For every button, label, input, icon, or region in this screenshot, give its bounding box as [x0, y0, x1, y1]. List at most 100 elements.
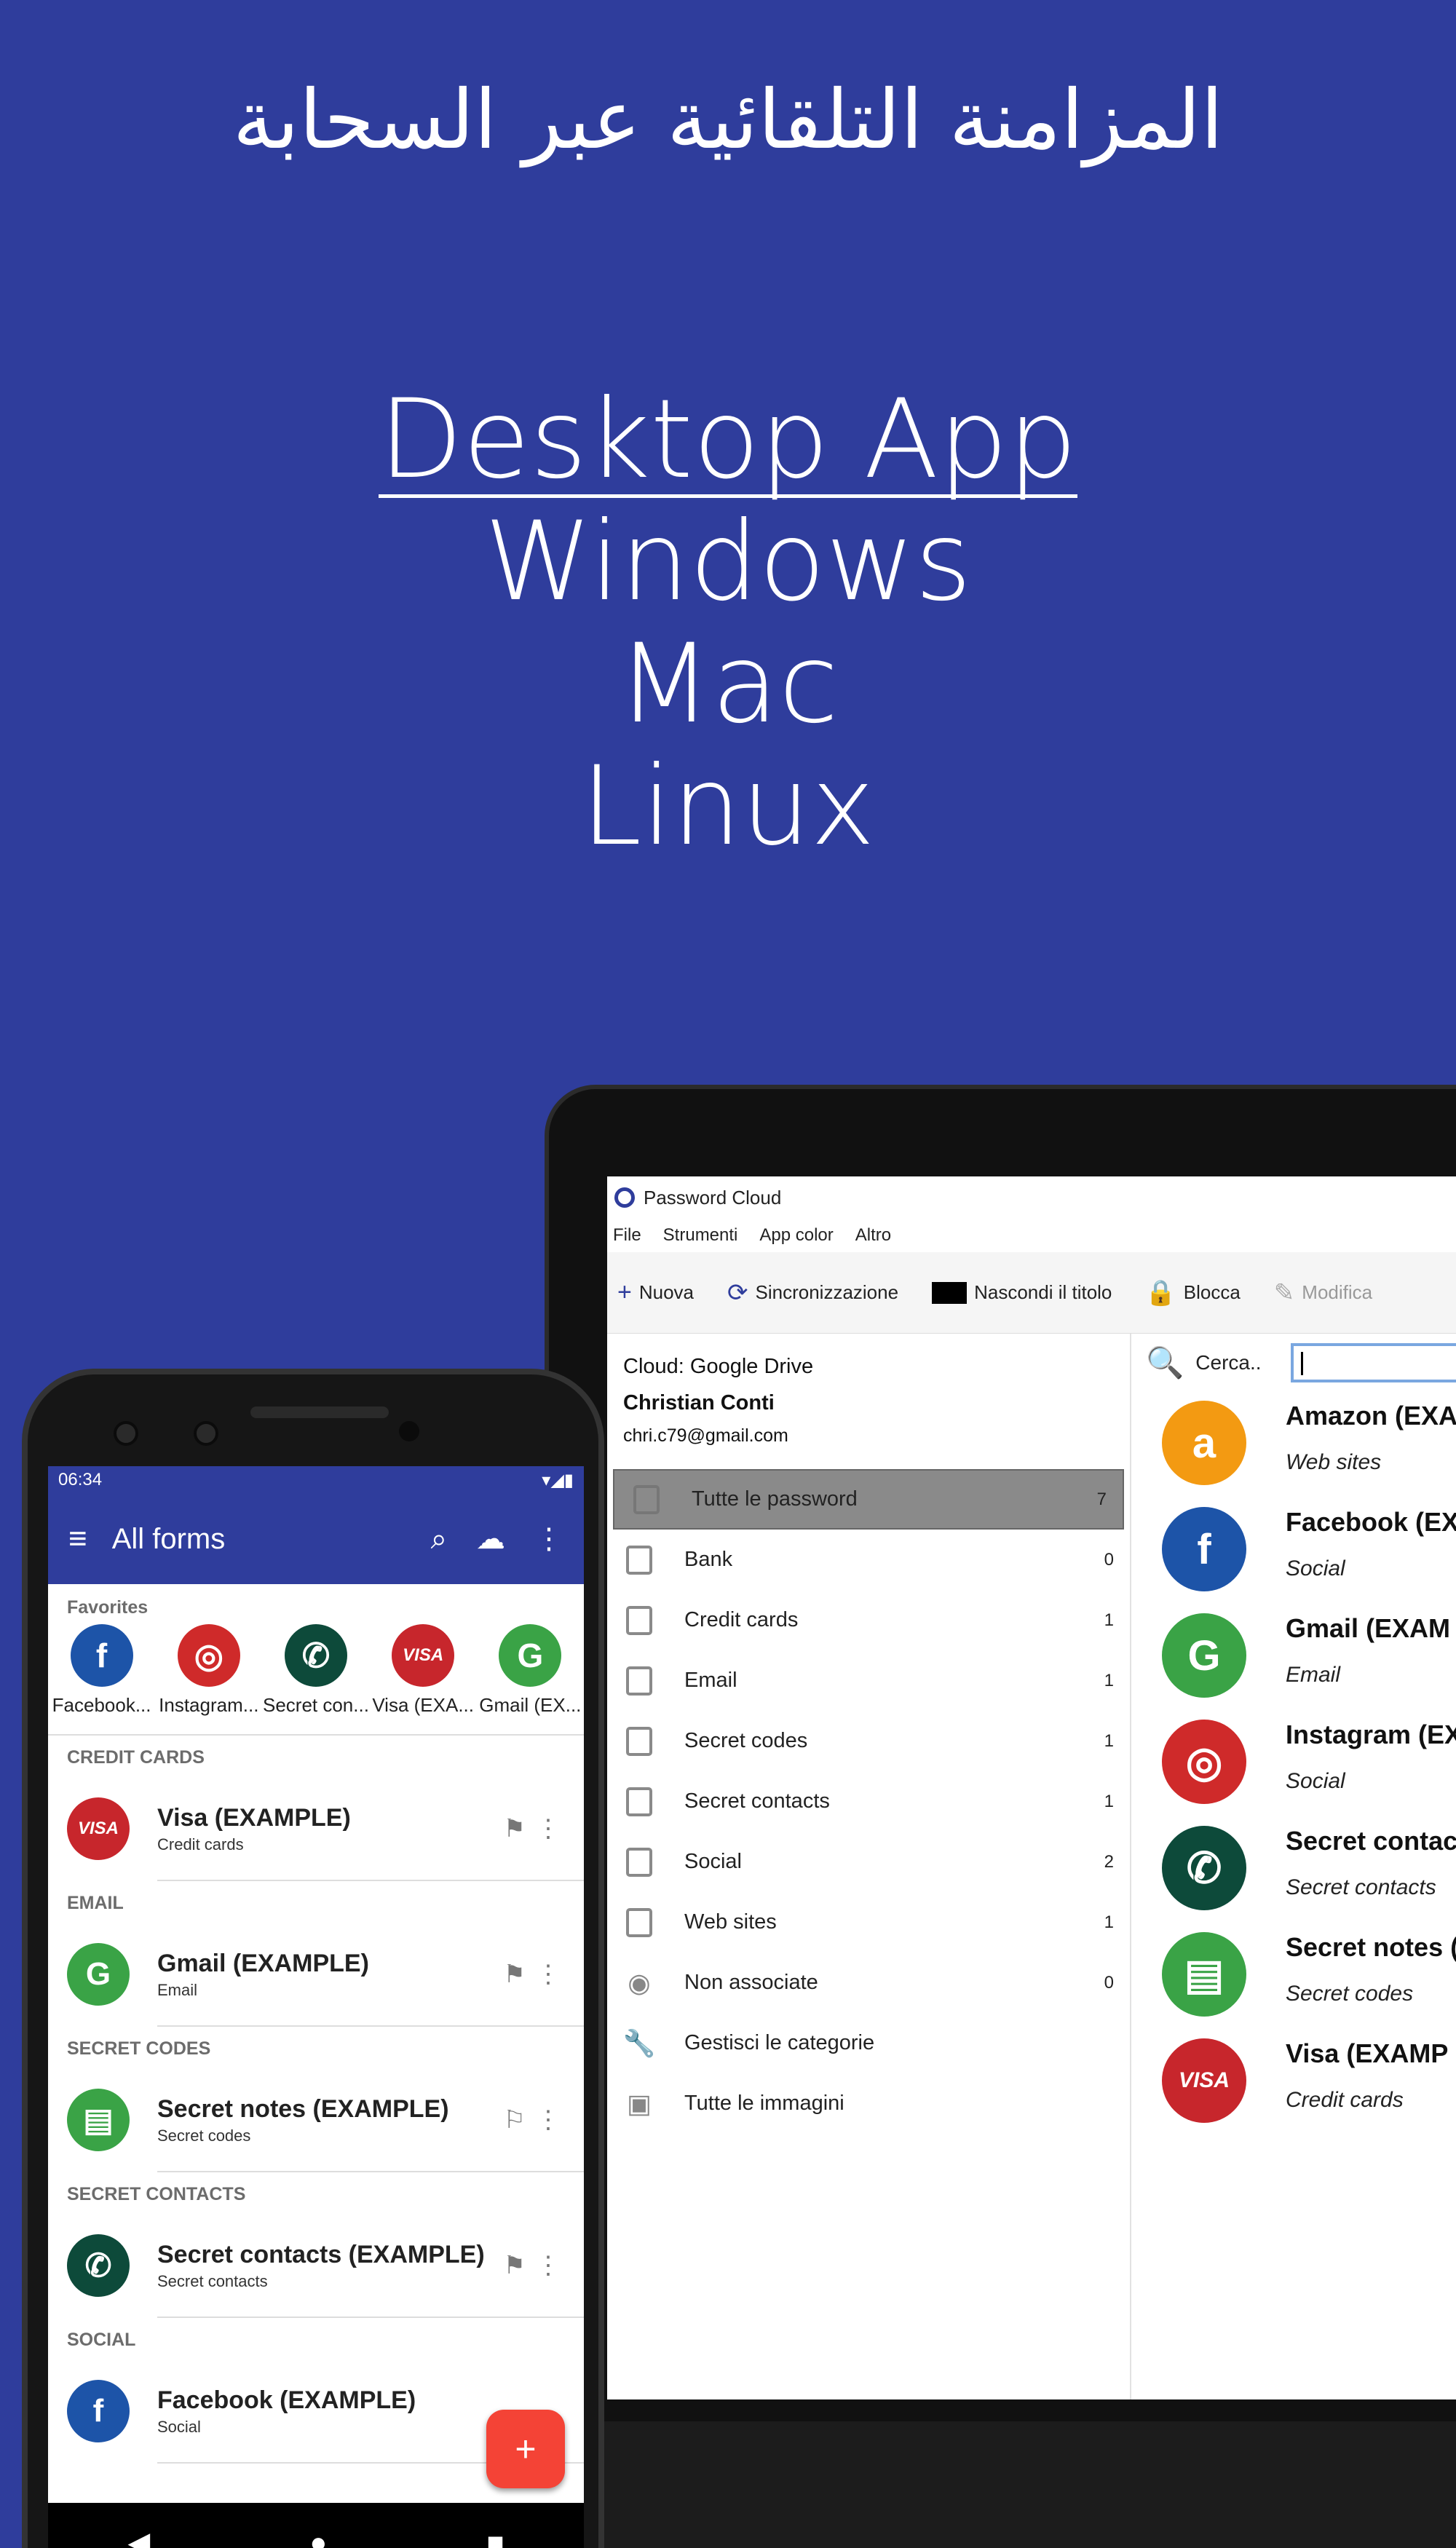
toolbar: + Nuova ⟳ Sincronizzazione Nascondi il tit… [607, 1252, 1456, 1334]
category-secret-codes[interactable]: Secret codes 1 [607, 1711, 1130, 1771]
plus-icon: + [515, 2429, 537, 2469]
list-item-secret-notes[interactable]: ▤ Secret notes (EXAMPLE) Secret codes ⚐ ⋮ [67, 2069, 584, 2172]
user-email: chri.c79@gmail.com [623, 1425, 788, 1446]
group-label-credit-cards: CREDIT CARDS [67, 1747, 205, 1768]
category-secret-contacts[interactable]: Secret contacts 1 [607, 1771, 1130, 1832]
pencil-icon: ✎ [1273, 1278, 1295, 1307]
headline: المزامنة التلقائية عبر السحابة [232, 73, 1224, 167]
clipboard-icon [626, 1666, 652, 1696]
hamburger-menu-icon[interactable]: ≡ [68, 1521, 87, 1557]
bookmark-icon[interactable]: ⚑ [504, 2251, 526, 2280]
status-time: 06:34 [58, 1470, 103, 1489]
app-bar: ≡ All forms ⌕ ☁ ⋮ [48, 1494, 584, 1584]
menu-app-color[interactable]: App color [759, 1225, 833, 1246]
search-label: Cerca.. [1195, 1351, 1262, 1374]
category-web-sites[interactable]: Web sites 1 [607, 1892, 1130, 1952]
manage-categories[interactable]: 🔧 Gestisci le categorie [607, 2013, 1130, 2073]
app-bar-title: All forms [111, 1522, 226, 1555]
sync-icon: ⟳ [727, 1278, 748, 1307]
menu-altro[interactable]: Altro [855, 1225, 891, 1246]
category-social[interactable]: Social 2 [607, 1832, 1130, 1892]
search-row: 🔍 Cerca.. [1146, 1334, 1456, 1392]
phone-icon: ✆ [284, 1624, 347, 1687]
all-images[interactable]: ▣ Tutte le immagini [607, 2073, 1130, 2134]
window-title: Password Cloud [644, 1186, 782, 1208]
group-label-secret-contacts: SECRET CONTACTS [67, 2184, 246, 2204]
lock-button[interactable]: 🔒 Blocca [1145, 1278, 1240, 1307]
menu-strumenti[interactable]: Strumenti [663, 1225, 738, 1246]
cloud-provider: Cloud: Google Drive [623, 1355, 814, 1378]
new-button[interactable]: + Nuova [617, 1278, 694, 1307]
app-logo-icon [614, 1187, 635, 1208]
image-icon: ▣ [626, 2088, 652, 2118]
facebook-icon: f [1162, 1507, 1246, 1591]
more-vert-icon[interactable]: ⋮ [536, 1814, 561, 1843]
phone-speaker [250, 1406, 389, 1418]
entry-instagram[interactable]: ◎ Instagram (EX Social [1146, 1711, 1456, 1817]
search-input[interactable] [1290, 1343, 1456, 1382]
facebook-icon: f [70, 1624, 133, 1687]
entry-facebook[interactable]: f Facebook (EX Social [1146, 1498, 1456, 1605]
more-vert-icon[interactable]: ⋮ [534, 1522, 563, 1556]
favorite-facebook[interactable]: f Facebook... [49, 1624, 155, 1717]
add-button[interactable]: + [486, 2410, 565, 2488]
lock-icon: 🔒 [1145, 1278, 1176, 1307]
list-item-gmail[interactable]: G Gmail (EXAMPLE) Email ⚑ ⋮ [67, 1923, 584, 2027]
cloud-icon[interactable]: ☁ [476, 1522, 505, 1556]
platform-linux: Linux [580, 743, 876, 870]
entry-visa[interactable]: VISA Visa (EXAMP Credit cards [1146, 2030, 1456, 2136]
wrench-icon: 🔧 [622, 2027, 656, 2058]
bookmark-icon[interactable]: ⚑ [504, 1814, 526, 1843]
phone-icon: ✆ [67, 2234, 130, 2297]
phone-icon: ✆ [1162, 1826, 1246, 1910]
visa-icon: VISA [67, 1797, 130, 1860]
entry-amazon[interactable]: a Amazon (EXA Web sites [1146, 1392, 1456, 1498]
status-icons: ▾◢▮ [542, 1470, 574, 1490]
search-icon[interactable]: 🔍 [1146, 1345, 1184, 1381]
sync-button[interactable]: ⟳ Sincronizzazione [727, 1278, 898, 1307]
clipboard-icon [626, 1726, 652, 1756]
category-all-passwords[interactable]: Tutte le password 7 [613, 1469, 1124, 1530]
back-icon[interactable]: ◀ [127, 2526, 150, 2548]
bookmark-outline-icon[interactable]: ⚐ [504, 2105, 526, 2134]
more-vert-icon[interactable]: ⋮ [536, 2105, 561, 2134]
category-unassigned[interactable]: ◉ Non associate 0 [607, 1952, 1130, 2013]
clipboard-icon [626, 1847, 652, 1877]
more-vert-icon[interactable]: ⋮ [536, 2251, 561, 2280]
category-bank[interactable]: Bank 0 [607, 1530, 1130, 1590]
sidebar: Cloud: Google Drive Christian Conti chri… [607, 1334, 1131, 2399]
entry-secret-contacts[interactable]: ✆ Secret contac Secret contacts [1146, 1817, 1456, 1923]
hide-title-button[interactable]: Nascondi il titolo [932, 1281, 1112, 1304]
menu-bar: File Strumenti App color Altro [607, 1219, 1456, 1252]
favorite-instagram[interactable]: ◎ Instagram... [156, 1624, 262, 1717]
recents-icon[interactable]: ■ [486, 2527, 504, 2548]
platforms: Desktop App Windows Mac Linux [0, 379, 1456, 868]
category-email[interactable]: Email 1 [607, 1650, 1130, 1711]
laptop-device: Password Cloud File Strumenti App color … [545, 1085, 1456, 2548]
entry-gmail[interactable]: G Gmail (EXAM Email [1146, 1605, 1456, 1711]
search-icon[interactable]: ⌕ [431, 1523, 447, 1556]
more-vert-icon[interactable]: ⋮ [536, 1960, 561, 1989]
list-item-secret-contacts[interactable]: ✆ Secret contacts (EXAMPLE) Secret contact… [67, 2215, 584, 2318]
google-icon: G [67, 1943, 130, 2006]
list-item-visa[interactable]: VISA Visa (EXAMPLE) Credit cards ⚑ ⋮ [67, 1778, 584, 1881]
laptop-bezel-bottom [549, 2421, 1456, 2548]
clipboard-icon [626, 1787, 652, 1816]
menu-file[interactable]: File [613, 1225, 641, 1246]
category-list: Tutte le password 7 Bank 0 Credit cards 1 E… [607, 1469, 1130, 2134]
edit-button[interactable]: ✎ Modifica [1274, 1278, 1372, 1307]
phone-device: 06:34 ▾◢▮ ≡ All forms ⌕ ☁ ⋮ Favorites fF… [22, 1369, 604, 2548]
home-icon[interactable]: ● [309, 2527, 327, 2548]
visa-icon: VISA [392, 1624, 455, 1687]
bookmark-icon[interactable]: ⚑ [504, 1960, 526, 1989]
category-credit-cards[interactable]: Credit cards 1 [607, 1590, 1130, 1650]
group-label-secret-codes: SECRET CODES [67, 2038, 211, 2059]
amazon-icon: a [1162, 1401, 1246, 1485]
favorite-visa[interactable]: VISA Visa (EXA... [370, 1624, 476, 1717]
entry-secret-notes[interactable]: ▤ Secret notes (Secret codes [1146, 1923, 1456, 2030]
favorite-gmail[interactable]: G Gmail (EX... [477, 1624, 583, 1717]
notes-icon: ▤ [67, 2089, 130, 2151]
group-label-social: SOCIAL [67, 2330, 136, 2350]
favorite-secret-contacts[interactable]: ✆ Secret con... [263, 1624, 369, 1717]
visa-icon: VISA [1162, 2038, 1246, 2123]
